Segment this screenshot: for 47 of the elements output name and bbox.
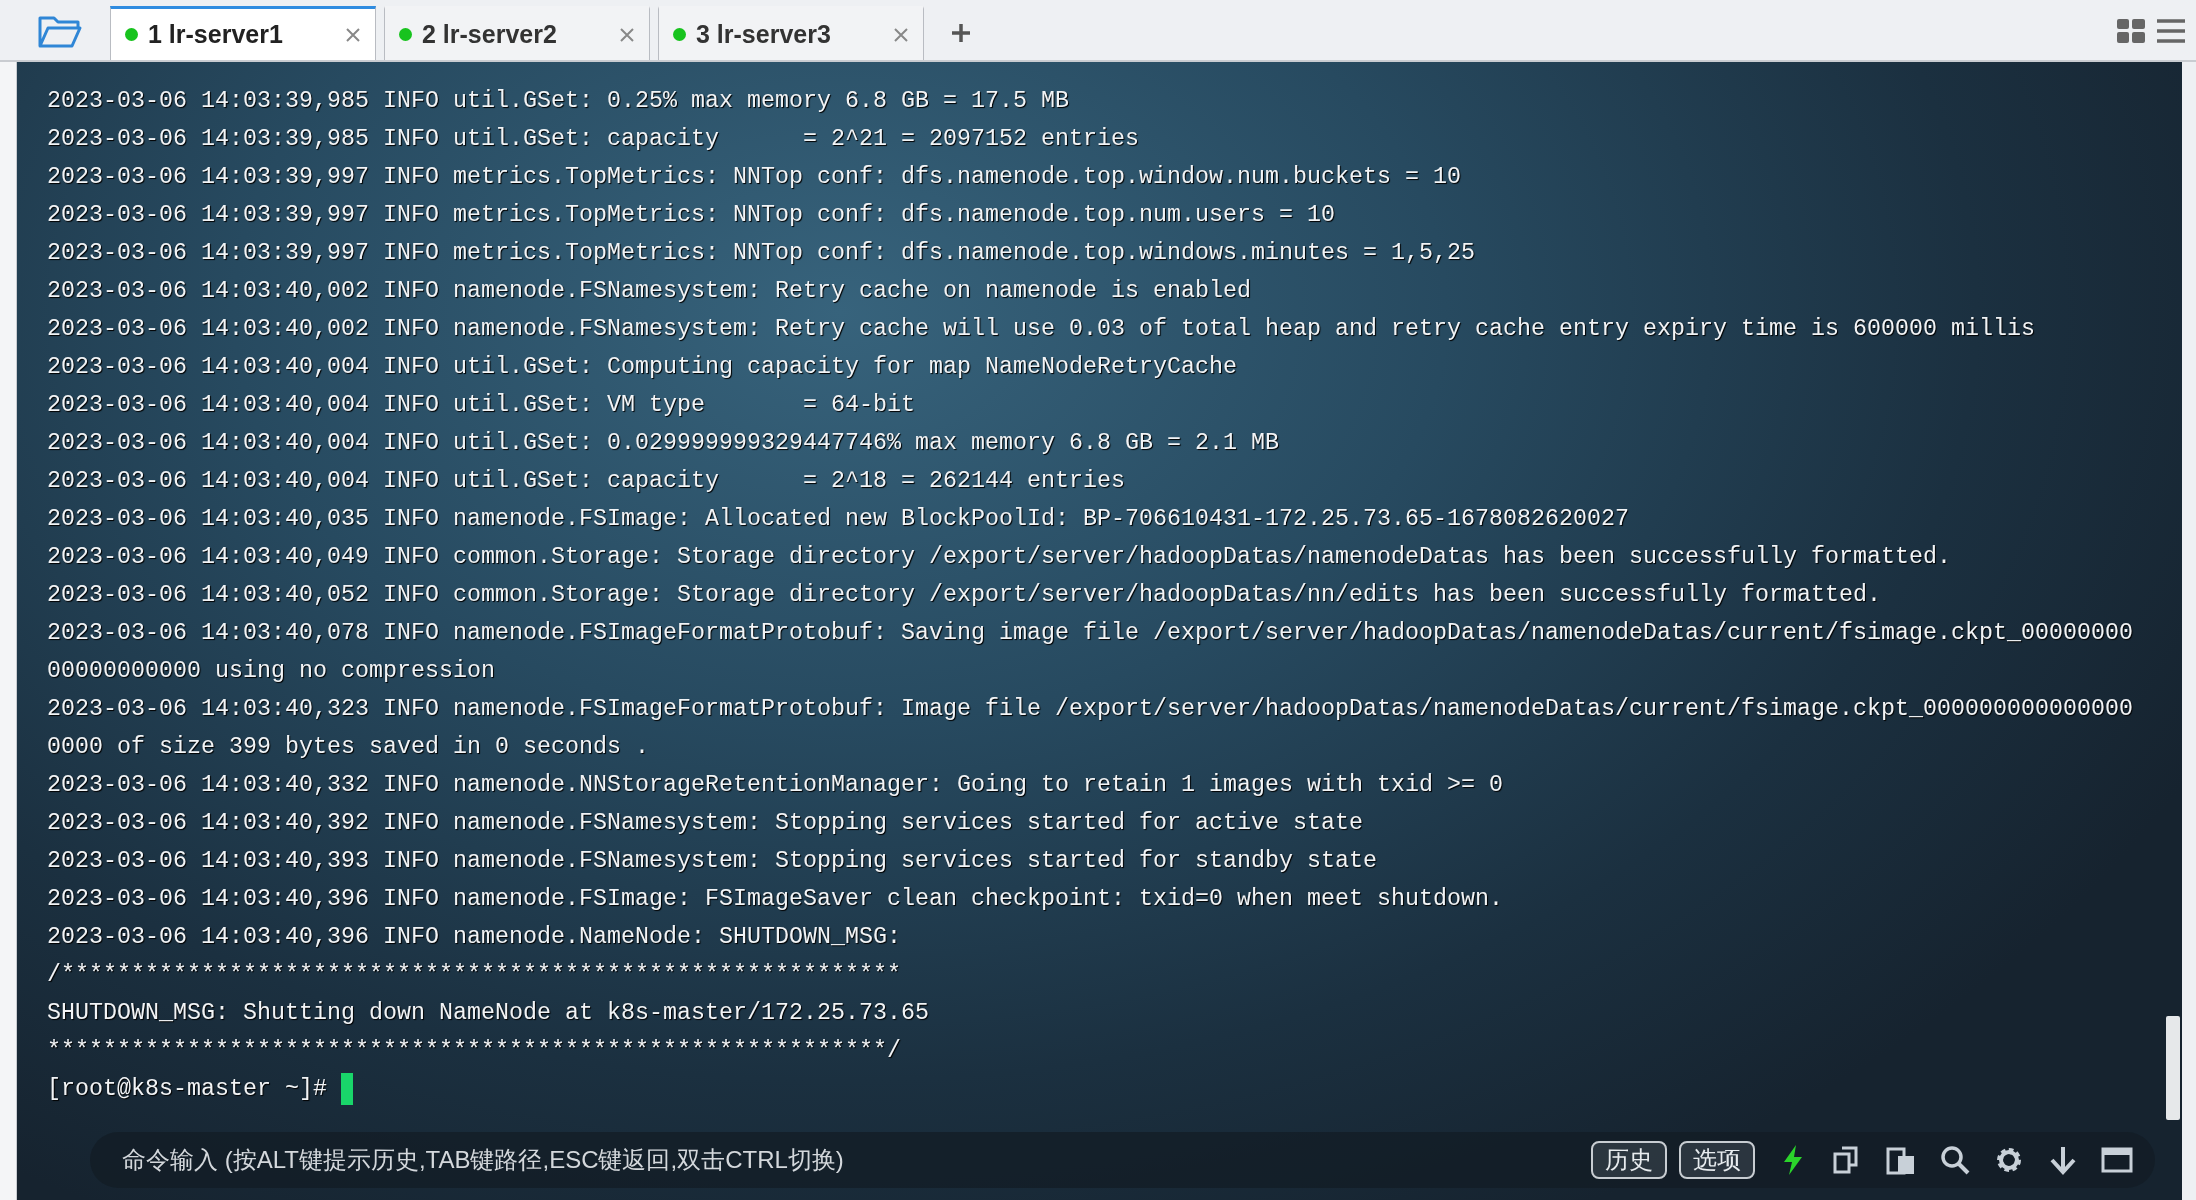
terminal-line: 2023-03-06 14:03:40,004 INFO util.GSet: 0.029999999329447746% max memory 6.8 GB = 2.1 MB bbox=[47, 429, 1280, 458]
terminal-line: 2023-03-06 14:03:40,052 INFO common.Storage: Storage directory /export/server/hadoopDatas/nn/edits has been successfully formatted. bbox=[47, 581, 1882, 610]
terminal-line: 2023-03-06 14:03:40,392 INFO namenode.FSNamesystem: Stopping services started for active state bbox=[47, 809, 1364, 838]
terminal-line: 2023-03-06 14:03:40,323 INFO namenode.FSImageFormatProtobuf: Image file /export/server/hadoopDatas/namenodeDatas/current/fsimage.ckpt_000000000000000 bbox=[47, 695, 2134, 724]
close-icon[interactable] bbox=[893, 26, 909, 43]
text-cursor bbox=[341, 1073, 353, 1105]
toolbar-button[interactable]: 历史 bbox=[1591, 1141, 1667, 1179]
terminal-line: 2023-03-06 14:03:40,002 INFO namenode.FSNamesystem: Retry cache on namenode is enabled bbox=[47, 277, 1252, 306]
command-input-placeholder: 命令输入 (按ALT键提示历史,TAB键路径,ESC键返回,双击CTRL切换) bbox=[122, 1145, 845, 1175]
grid-icon[interactable] bbox=[2116, 18, 2146, 44]
close-icon[interactable] bbox=[345, 26, 361, 43]
terminal-line: 0000 of size 399 bytes saved in 0 seconds . bbox=[47, 733, 650, 762]
terminal-line: 2023-03-06 14:03:39,985 INFO util.GSet: 0.25% max memory 6.8 GB = 17.5 MB bbox=[47, 87, 1070, 116]
plus-icon[interactable] bbox=[950, 22, 972, 44]
close-icon[interactable] bbox=[619, 26, 635, 43]
terminal-line: 2023-03-06 14:03:40,332 INFO namenode.NNStorageRetentionManager: Going to retain 1 images with txid >= 0 bbox=[47, 771, 1504, 800]
terminal-line: 2023-03-06 14:03:39,997 INFO metrics.TopMetrics: NNTop conf: dfs.namenode.top.windows.minutes = 1,5,25 bbox=[47, 239, 1476, 268]
terminal-line: 2023-03-06 14:03:40,004 INFO util.GSet: Computing capacity for map NameNodeRetryCache bbox=[47, 353, 1238, 382]
tab[interactable]: 2 lr-server2 bbox=[384, 6, 650, 60]
terminal-line: 2023-03-06 14:03:39,997 INFO metrics.TopMetrics: NNTop conf: dfs.namenode.top.window.num.buckets = 10 bbox=[47, 163, 1462, 192]
status-dot-icon bbox=[673, 28, 686, 41]
scrollbar-thumb[interactable] bbox=[2166, 1016, 2180, 1120]
tab[interactable]: 3 lr-server3 bbox=[658, 6, 924, 60]
terminal-line: /************************************************************ bbox=[47, 961, 902, 990]
terminal-line: 2023-03-06 14:03:40,035 INFO namenode.FSImage: Allocated new BlockPoolId: BP-706610431-172.25.73.65-1678082620027 bbox=[47, 505, 1630, 534]
terminal-line: 2023-03-06 14:03:39,985 INFO util.GSet: capacity = 2^21 = 2097152 entries bbox=[47, 125, 1140, 154]
terminal-line: 2023-03-06 14:03:40,078 INFO namenode.FSImageFormatProtobuf: Saving image file /export/server/hadoopDatas/namenodeDatas/current/fsimage.ckpt_00000000 bbox=[47, 619, 2134, 648]
status-dot-icon bbox=[399, 28, 412, 41]
terminal-line: ************************************************************/ bbox=[47, 1037, 902, 1066]
terminal-line: 2023-03-06 14:03:40,396 INFO namenode.FSImage: FSImageSaver clean checkpoint: txid=0 when meet shutdown. bbox=[47, 885, 1504, 914]
terminal-line: 2023-03-06 14:03:40,396 INFO namenode.NameNode: SHUTDOWN_MSG: bbox=[47, 923, 902, 952]
toolbar-button[interactable]: 选项 bbox=[1679, 1141, 1755, 1179]
search-icon[interactable] bbox=[1939, 1144, 1971, 1176]
terminal-line: 2023-03-06 14:03:39,997 INFO metrics.TopMetrics: NNTop conf: dfs.namenode.top.num.users = 10 bbox=[47, 201, 1336, 230]
menu-icon[interactable] bbox=[2156, 18, 2186, 44]
terminal-line: 2023-03-06 14:03:40,002 INFO namenode.FSNamesystem: Retry cache will use 0.03 of total heap and retry cache entry expiry time is 600000 millis bbox=[47, 315, 2036, 344]
terminal-line: SHUTDOWN_MSG: Shutting down NameNode at k8s-master/172.25.73.65 bbox=[47, 999, 930, 1028]
terminal-line: 2023-03-06 14:03:40,004 INFO util.GSet: capacity = 2^18 = 262144 entries bbox=[47, 467, 1126, 496]
tab[interactable]: 1 lr-server1 bbox=[110, 6, 376, 60]
terminal-line: 2023-03-06 14:03:40,393 INFO namenode.FSNamesystem: Stopping services started for standby state bbox=[47, 847, 1378, 876]
folder-icon[interactable] bbox=[38, 14, 82, 48]
status-dot-icon bbox=[125, 28, 138, 41]
terminal-line: 2023-03-06 14:03:40,004 INFO util.GSet: VM type = 64-bit bbox=[47, 391, 916, 420]
terminal-line: 00000000000 using no compression bbox=[47, 657, 496, 686]
command-input-bar[interactable]: 命令输入 (按ALT键提示历史,TAB键路径,ESC键返回,双击CTRL切换) 历史 选项 bbox=[90, 1132, 2155, 1188]
terminal-line: 2023-03-06 14:03:40,049 INFO common.Storage: Storage directory /export/server/hadoopDatas/namenodeDatas has been successfully formatted. bbox=[47, 543, 1952, 572]
shell-prompt: [root@k8s-master ~]# bbox=[47, 1075, 327, 1104]
